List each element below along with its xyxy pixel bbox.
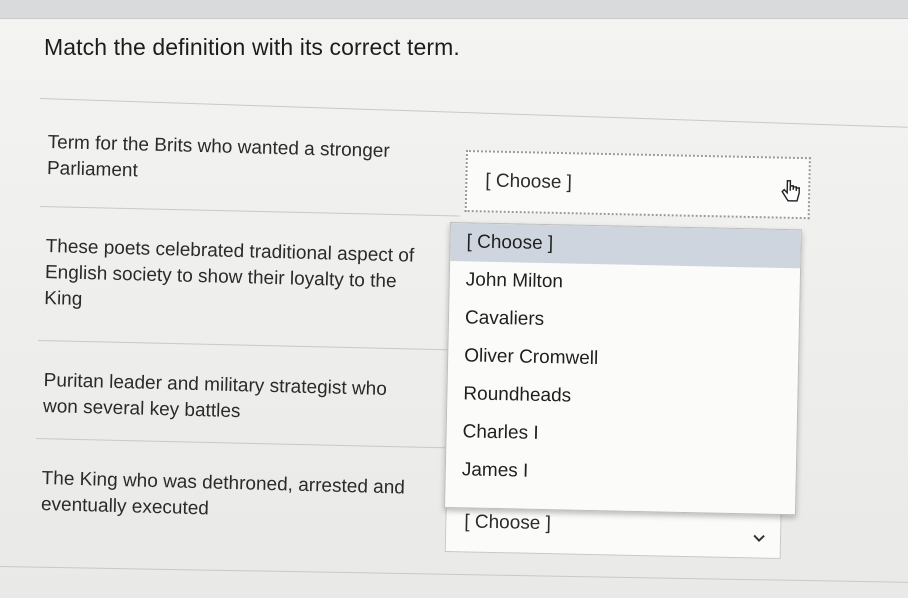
term-select-1[interactable]: [ Choose ] [464,150,811,220]
term-select-1-dropdown-list: [ Choose ] John Milton Cavaliers Oliver … [444,222,802,516]
hand-pointer-icon [781,180,800,202]
top-strip [0,0,908,19]
term-select-4-value: [ Choose ] [464,511,552,535]
divider [0,566,908,583]
definition-3: Puritan leader and military strategist w… [43,368,387,429]
question-text: Match the definition with its correct te… [44,34,460,60]
definition-4: The King who was dethroned, arrested and… [41,466,406,527]
divider [39,98,908,128]
dropdown-option-james-i[interactable]: James I [445,451,796,496]
definition-2: These poets celebrated traditional aspec… [44,234,415,322]
definition-1: Term for the Brits who wanted a stronger… [47,130,390,191]
quiz-card: Match the definition with its correct te… [0,0,908,598]
divider [39,206,460,217]
term-select-1-value: [ Choose ] [485,170,573,194]
divider [37,340,452,351]
chevron-down-icon [753,534,765,542]
divider [35,438,450,449]
